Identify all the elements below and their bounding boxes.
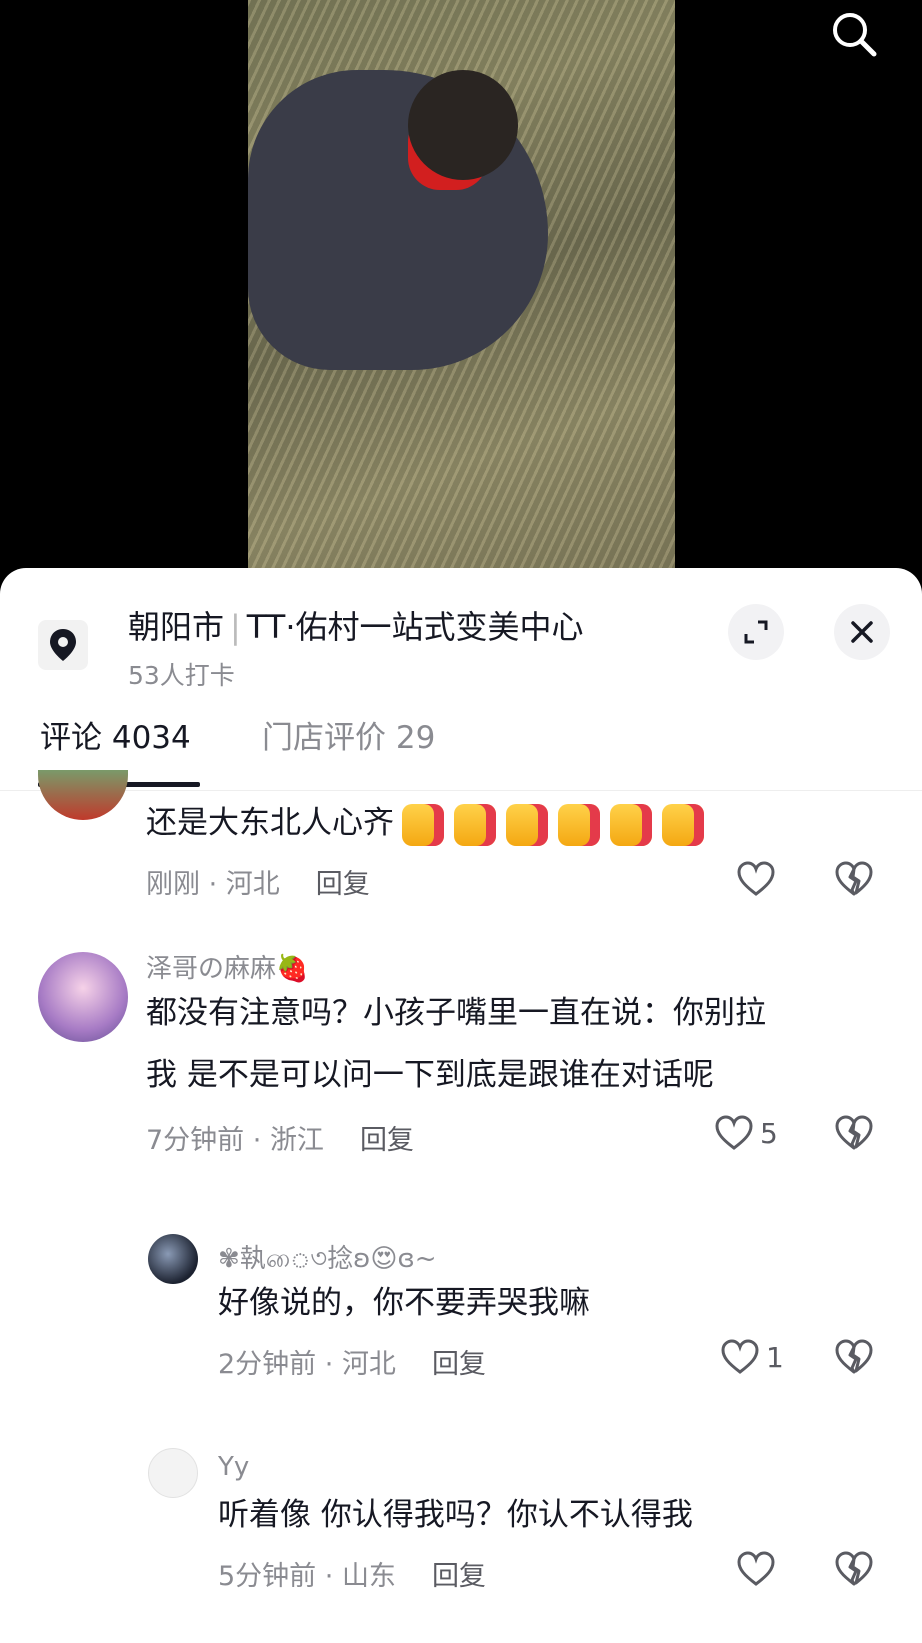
dislike-button[interactable]: [834, 1114, 874, 1156]
tab-store-reviews[interactable]: 门店评价 29: [262, 712, 435, 757]
heart-icon: [737, 861, 775, 896]
like-button[interactable]: 5: [714, 1114, 778, 1152]
reply-button[interactable]: 回复: [360, 1125, 414, 1156]
broken-heart-icon: [835, 1551, 873, 1586]
like-button[interactable]: [736, 1550, 776, 1588]
comment-text: 听着像 你认得我吗？你认不认得我: [218, 1497, 693, 1533]
comment-panel: 朝阳市 | TT·佑村一站式变美中心 53人打卡 评论 4034 门店评价 29 还…: [0, 568, 922, 1643]
broken-heart-icon: [835, 1115, 873, 1150]
close-button[interactable]: [834, 604, 890, 660]
avatar[interactable]: [38, 952, 128, 1042]
video-player[interactable]: [0, 0, 922, 580]
comment-text-line2: 我 是不是可以问一下到底是跟谁在对话呢: [146, 1057, 714, 1093]
avatar[interactable]: [38, 770, 128, 820]
comment-item: 泽哥の麻麻🍓 都没有注意吗？小孩子嘴里一直在说：你别拉 我 是不是可以问一下到底…: [0, 948, 922, 1178]
broken-heart-icon: [835, 861, 873, 896]
video-frame: [248, 0, 675, 568]
dislike-button[interactable]: [834, 1550, 874, 1592]
location-name: TT·佑村一站式变美中心: [246, 608, 584, 646]
reply-item: Yy 听着像 你认得我吗？你认不认得我 5分钟前 · 山东 回复: [0, 1448, 922, 1598]
dislike-button[interactable]: [834, 860, 874, 902]
location-city: 朝阳市: [128, 608, 225, 646]
heart-icon: [715, 1115, 753, 1150]
avatar[interactable]: [148, 1448, 198, 1498]
tab-comments[interactable]: 评论 4034: [40, 712, 191, 757]
comment-meta: 刚刚 · 河北 回复: [146, 869, 370, 900]
checkin-count: 53人打卡: [128, 661, 235, 690]
comment-text: 还是大东北人心齐: [146, 792, 714, 854]
reply-button[interactable]: 回复: [432, 1349, 486, 1380]
title-divider: |: [230, 608, 241, 646]
avatar[interactable]: [148, 1234, 198, 1284]
comment-tabs: 评论 4034 门店评价 29: [0, 702, 922, 791]
comment-text-line1: 都没有注意吗？小孩子嘴里一直在说：你别拉: [146, 995, 766, 1031]
reply-item: ✾執ை৩捻ʚ😍ɞ~ 好像说的，你不要弄哭我嘛 2分钟前 · 河北 回复 1: [0, 1234, 922, 1380]
video-subject-head: [408, 70, 518, 180]
like-button[interactable]: [736, 860, 776, 898]
comment-meta: 7分钟前 · 浙江 回复: [146, 1125, 414, 1156]
close-icon: [851, 621, 873, 643]
dislike-button[interactable]: [834, 1338, 874, 1380]
comment-meta: 2分钟前 · 河北 回复: [218, 1349, 486, 1380]
reply-button[interactable]: 回复: [316, 869, 370, 900]
broken-heart-icon: [835, 1339, 873, 1374]
comment-item: 还是大东北人心齐 刚刚 · 河北 回复: [0, 770, 922, 920]
location-pin-icon: [38, 620, 88, 670]
search-icon: [833, 13, 877, 57]
comment-text: 好像说的，你不要弄哭我嘛: [218, 1285, 590, 1321]
heart-icon: [721, 1339, 759, 1374]
search-button[interactable]: [826, 6, 884, 64]
location-title[interactable]: 朝阳市 | TT·佑村一站式变美中心: [128, 602, 584, 648]
reply-button[interactable]: 回复: [432, 1561, 486, 1592]
comment-meta: 5分钟前 · 山东 回复: [218, 1561, 486, 1592]
comment-username[interactable]: 泽哥の麻麻🍓: [146, 948, 308, 985]
expand-button[interactable]: [728, 604, 784, 660]
heart-icon: [737, 1551, 775, 1586]
comment-username[interactable]: Yy: [218, 1452, 249, 1482]
like-count: 5: [760, 1116, 778, 1150]
expand-icon: [744, 620, 768, 644]
like-button[interactable]: 1: [720, 1338, 784, 1376]
thumbs-up-emoji-row: [402, 803, 714, 846]
like-count: 1: [766, 1340, 784, 1374]
